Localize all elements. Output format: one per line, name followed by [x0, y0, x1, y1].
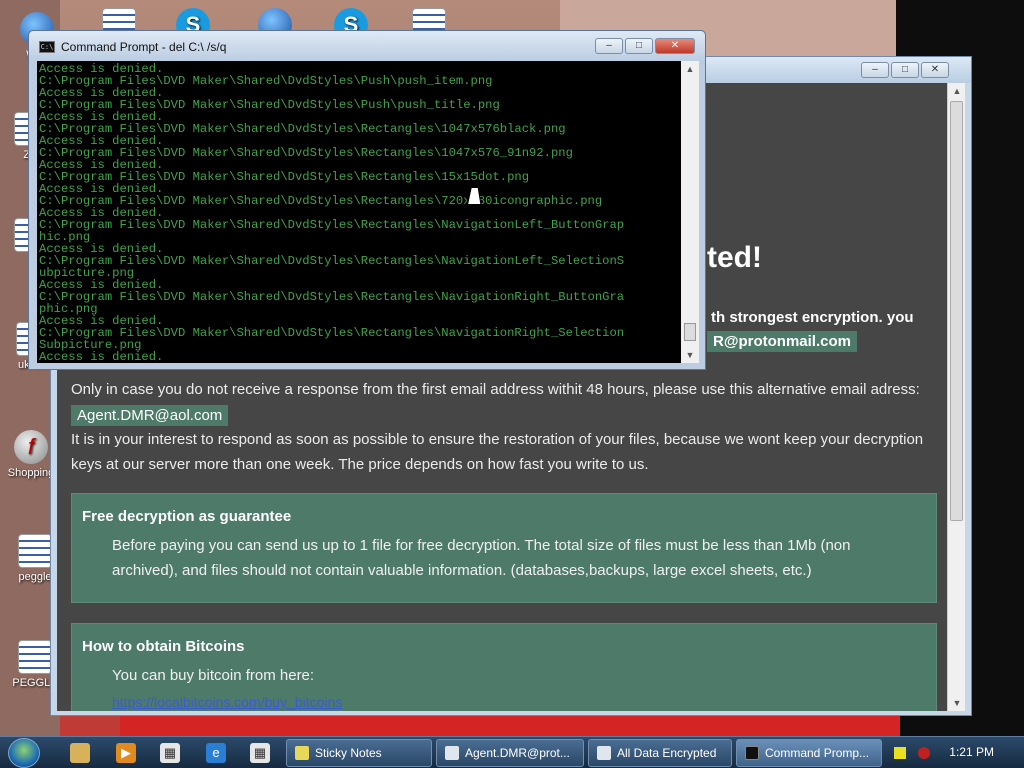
guarantee-panel: Free decryption as guarantee Before payi… — [71, 493, 937, 603]
window-icon — [597, 746, 611, 760]
cmd-scrollbar[interactable]: ▲ ▼ — [681, 61, 699, 363]
scroll-down-icon[interactable]: ▼ — [681, 347, 699, 363]
flash-icon: f — [14, 430, 48, 464]
task-label: Command Promp... — [765, 746, 870, 760]
bitcoin-panel: How to obtain Bitcoins You can buy bitco… — [71, 623, 937, 711]
command-prompt-window[interactable]: C:\ Command Prompt - del C:\ /s/q – □ ✕ … — [28, 30, 706, 370]
clock[interactable]: 1:21 PM — [949, 745, 994, 759]
scroll-up-icon[interactable]: ▲ — [948, 83, 966, 99]
encryption-text: th strongest encryption. you — [711, 309, 914, 326]
cmd-maximize-button[interactable]: □ — [625, 38, 653, 54]
guarantee-heading: Free decryption as guarantee — [82, 508, 292, 525]
minimize-button[interactable]: – — [861, 62, 889, 78]
task-label: Agent.DMR@prot... — [465, 746, 570, 760]
task-label: Sticky Notes — [315, 746, 382, 760]
alt-email-text: Only in case you do not receive a respon… — [71, 381, 920, 398]
tray-recording-icon[interactable] — [918, 747, 930, 759]
calculator-icon-2[interactable]: ▦ — [250, 743, 270, 763]
cmd-title: Command Prompt - del C:\ /s/q — [61, 40, 227, 54]
document-icon — [18, 534, 52, 568]
console-line: C:\Program Files\DVD Maker\Shared\DvdSty… — [39, 290, 625, 304]
internet-explorer-icon[interactable]: e — [206, 743, 226, 763]
cmd-titlebar[interactable]: C:\ Command Prompt - del C:\ /s/q – □ ✕ — [29, 31, 705, 61]
task-email[interactable]: Agent.DMR@prot... — [436, 739, 584, 767]
guarantee-body: Before paying you can send us up to 1 fi… — [112, 537, 851, 579]
taskbar: ▶ ▦ e ▦ Sticky Notes Agent.DMR@prot... A… — [0, 736, 1024, 768]
tray-notes-icon[interactable] — [894, 747, 906, 759]
console-line: Access is denied. — [39, 350, 164, 363]
maximize-button[interactable]: □ — [891, 62, 919, 78]
task-all-data-encrypted[interactable]: All Data Encrypted — [588, 739, 732, 767]
start-button[interactable] — [8, 738, 40, 768]
bitcoin-link[interactable]: https://localbitcoins.com/buy_bitcoins — [112, 694, 342, 710]
explorer-icon[interactable] — [70, 743, 90, 763]
cmd-console-output[interactable]: Access is denied. C:\Program Files\DVD Ma… — [37, 61, 681, 363]
cmd-scroll-thumb[interactable] — [684, 323, 696, 341]
task-sticky-notes[interactable]: Sticky Notes — [286, 739, 432, 767]
cmd-close-button[interactable]: ✕ — [655, 38, 695, 54]
scroll-up-icon[interactable]: ▲ — [681, 61, 699, 77]
window-icon — [445, 746, 459, 760]
primary-email: R@protonmail.com — [707, 331, 857, 352]
calculator-icon[interactable]: ▦ — [160, 743, 180, 763]
interest-text-2: keys at our server more than one week. T… — [71, 456, 649, 473]
ransom-headline: ted! — [707, 241, 762, 274]
bitcoin-heading: How to obtain Bitcoins — [82, 638, 245, 655]
task-label: All Data Encrypted — [617, 746, 717, 760]
media-player-icon[interactable]: ▶ — [116, 743, 136, 763]
cmd-icon — [745, 746, 759, 760]
console-line: C:\Program Files\DVD Maker\Shared\DvdSty… — [39, 218, 625, 232]
close-button[interactable]: ✕ — [921, 62, 949, 78]
ransom-scrollbar[interactable]: ▲ ▼ — [947, 83, 965, 711]
task-command-prompt[interactable]: Command Promp... — [736, 739, 882, 767]
document-icon — [18, 640, 52, 674]
interest-text-1: It is in your interest to respond as soo… — [71, 431, 924, 448]
bitcoin-body: You can buy bitcoin from here: — [112, 667, 315, 684]
cmd-app-icon: C:\ — [39, 41, 55, 53]
console-line: C:\Program Files\DVD Maker\Shared\DvdSty… — [39, 254, 625, 268]
alt-email: Agent.DMR@aol.com — [71, 405, 229, 426]
scroll-down-icon[interactable]: ▼ — [948, 695, 966, 711]
sticky-notes-icon — [295, 746, 309, 760]
cmd-minimize-button[interactable]: – — [595, 38, 623, 54]
scroll-thumb[interactable] — [950, 101, 963, 521]
